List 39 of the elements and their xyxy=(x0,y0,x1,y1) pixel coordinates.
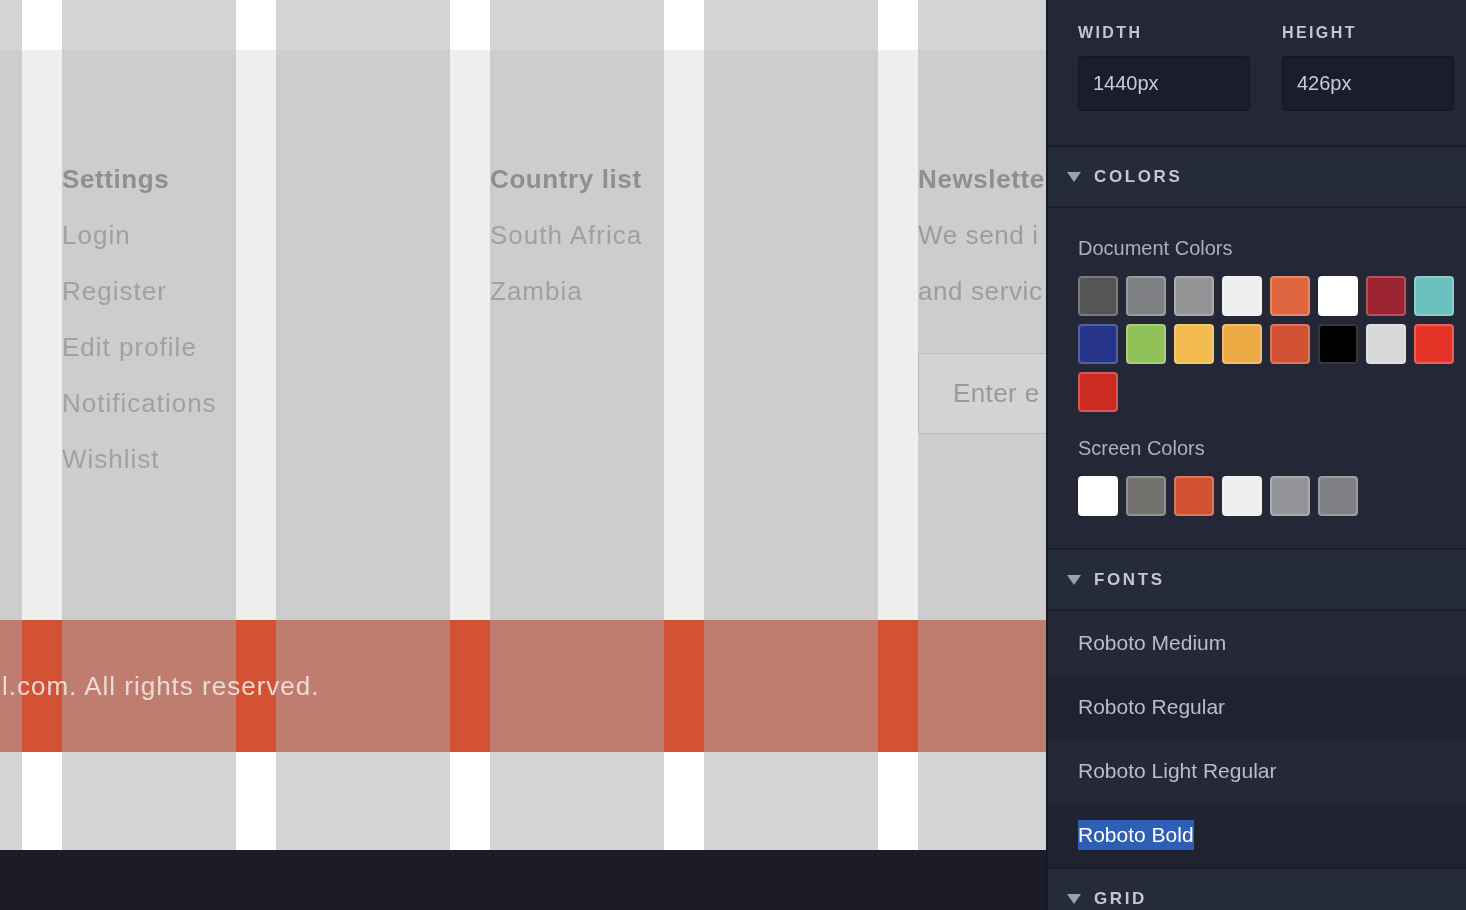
font-list-item[interactable]: Roboto Bold xyxy=(1048,803,1466,867)
swatch-icon[interactable] xyxy=(1270,324,1310,364)
copyright-text: l.com. All rights reserved. xyxy=(2,670,320,702)
swatch-icon[interactable] xyxy=(1078,276,1118,316)
section-header[interactable]: COLORS xyxy=(1048,147,1466,208)
dimension-field[interactable]: 1440px xyxy=(1078,56,1250,111)
dimension-label: HEIGHT xyxy=(1282,23,1357,43)
swatch-icon[interactable] xyxy=(1414,276,1454,316)
swatch-icon[interactable] xyxy=(1222,476,1262,516)
swatch-icon[interactable] xyxy=(1318,476,1358,516)
font-list-item[interactable]: Roboto Regular xyxy=(1048,675,1466,739)
email-field[interactable]: Enter e xyxy=(918,353,1046,434)
swatch-icon[interactable] xyxy=(1366,324,1406,364)
swatch-icon[interactable] xyxy=(1414,324,1454,364)
swatch-icon[interactable] xyxy=(1174,276,1214,316)
swatch-icon[interactable] xyxy=(1270,476,1310,516)
swatch-icon[interactable] xyxy=(1126,276,1166,316)
dimension-field[interactable]: 426px xyxy=(1282,56,1454,111)
swatch-icon[interactable] xyxy=(1222,324,1262,364)
swatch-icon[interactable] xyxy=(1174,324,1214,364)
swatch-icon[interactable] xyxy=(1318,324,1358,364)
swatch-icon[interactable] xyxy=(1270,276,1310,316)
dimension-label: WIDTH xyxy=(1078,23,1143,43)
swatch-icon[interactable] xyxy=(1222,276,1262,316)
swatch-icon[interactable] xyxy=(1318,276,1358,316)
section-header[interactable]: GRID xyxy=(1048,869,1466,910)
column-heading: Settings xyxy=(62,164,170,195)
group-title: Screen Colors xyxy=(1078,436,1206,460)
swatch-icon[interactable] xyxy=(1366,276,1406,316)
section-header[interactable]: FONTS xyxy=(1048,550,1466,611)
swatch-icon[interactable] xyxy=(1078,324,1118,364)
swatch-icon[interactable] xyxy=(1174,476,1214,516)
swatch-icon[interactable] xyxy=(1078,476,1118,516)
column-heading: Newslette xyxy=(918,164,1045,195)
swatch-icon[interactable] xyxy=(1126,476,1166,516)
swatch-icon[interactable] xyxy=(1126,324,1166,364)
column-heading: Country list xyxy=(490,164,642,195)
swatch-icon[interactable] xyxy=(1078,372,1118,412)
group-title: Document Colors xyxy=(1078,236,1234,260)
